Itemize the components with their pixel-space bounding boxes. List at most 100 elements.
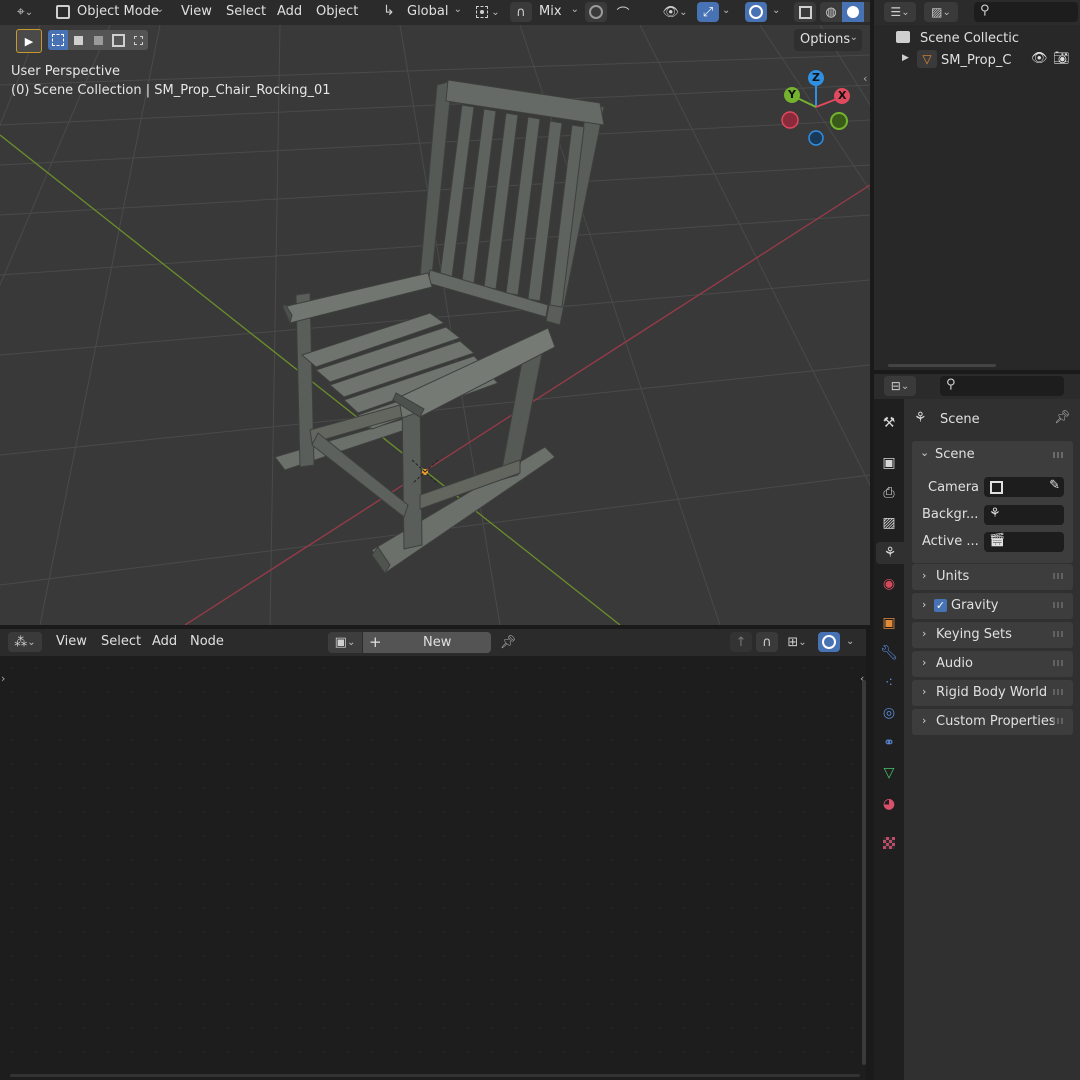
tab-physics[interactable]: ◎ (878, 702, 900, 724)
outliner-search-input[interactable]: ⚲ (974, 2, 1078, 22)
node-menu-view[interactable]: View (56, 630, 87, 654)
pin-toggle[interactable]: 📌︎ (497, 632, 519, 652)
menu-object[interactable]: Object (316, 0, 358, 24)
tab-tool[interactable]: ⚒ (878, 412, 900, 434)
keying-sets-panel[interactable]: › Keying Sets (912, 622, 1073, 648)
tab-output[interactable]: ⎙ (878, 482, 900, 504)
node-editor-canvas[interactable]: › ‹ (0, 656, 866, 1076)
3d-viewport[interactable]: User Perspective (0) Scene Collection | … (0, 25, 870, 625)
falloff-dropdown[interactable]: ⌒ (609, 2, 637, 22)
node-menu-select[interactable]: Select (101, 630, 141, 654)
drag-grip-icon[interactable] (1053, 718, 1065, 724)
camera-object-icon (990, 481, 1003, 494)
orientation-label: Global (407, 4, 449, 19)
tab-data[interactable]: ▽ (878, 762, 900, 784)
select-box-icon (52, 34, 64, 46)
chevron-down-icon[interactable]: ⌄ (846, 636, 854, 647)
parent-node-tree-button[interactable]: ↑ (730, 632, 752, 652)
node-overlays-toggle[interactable] (818, 632, 840, 652)
editor-type-dropdown[interactable]: ⁂ ⌄ (8, 632, 42, 652)
node-menu-add[interactable]: Add (152, 630, 177, 654)
chevron-down-icon: ⌄ (679, 6, 688, 18)
chevron-right-icon: › (922, 569, 927, 582)
select-mode-subtract-button[interactable] (88, 30, 108, 50)
custom-properties-panel[interactable]: › Custom Properties (912, 709, 1073, 735)
tab-view-layer[interactable]: ▨ (878, 512, 900, 534)
gizmo-toggle[interactable]: ⤢ (697, 2, 719, 22)
snap-mode-dropdown[interactable]: Mix ⌄ (535, 1, 581, 23)
visibility-dropdown[interactable]: 👁 ⌄ (658, 2, 692, 22)
camera-icon[interactable]: 📷︎ (1053, 51, 1070, 66)
pin-icon[interactable]: 📌︎ (1054, 410, 1071, 425)
display-mode-dropdown[interactable]: ▨ ⌄ (924, 2, 958, 22)
tab-scene[interactable]: ⚘ (876, 542, 904, 564)
sidebar-toggle-left-icon[interactable]: ‹ (863, 72, 867, 85)
expand-arrow-icon[interactable]: ▶ (902, 53, 909, 63)
chevron-down-icon[interactable]: ⌄ (772, 5, 780, 16)
drag-grip-icon[interactable] (1053, 573, 1065, 579)
menu-add[interactable]: Add (277, 0, 302, 24)
outliner-row-scene-collection[interactable]: Scene Collectic (874, 27, 1080, 49)
xray-toggle[interactable] (794, 2, 816, 22)
viewport-collection-label: (0) Scene Collection | SM_Prop_Chair_Roc… (11, 83, 331, 98)
context-label: Scene (940, 412, 980, 427)
background-scene-field[interactable]: ⚘ (984, 505, 1064, 525)
node-snap-mode-dropdown[interactable]: ⊞ ⌄ (780, 632, 814, 652)
proportional-editing-toggle[interactable] (585, 2, 607, 22)
editor-type-icon[interactable]: ⌖ ⌄ (8, 2, 42, 22)
eyedropper-icon[interactable]: ✎ (1049, 478, 1060, 493)
tab-constraints[interactable]: ⚭ (878, 732, 900, 754)
tab-render[interactable]: ▣ (878, 452, 900, 474)
rigid-body-world-panel[interactable]: › Rigid Body World (912, 680, 1073, 706)
tab-particles[interactable]: ⁖ (878, 672, 900, 694)
gravity-checkbox[interactable]: ✓ (934, 599, 947, 612)
options-dropdown[interactable]: Options ⌄ (794, 29, 862, 51)
camera-field[interactable]: ✎ (984, 477, 1064, 497)
properties-editor-type-dropdown[interactable]: ⊟ ⌄ (884, 376, 916, 396)
drag-grip-icon[interactable] (1053, 660, 1065, 666)
properties-search-input[interactable]: ⚲ (940, 376, 1064, 396)
pivot-point-dropdown[interactable]: ⌄ (472, 2, 504, 22)
outliner-hscrollbar[interactable] (888, 364, 996, 367)
tab-texture[interactable] (878, 832, 900, 854)
scene-panel-title: Scene (935, 447, 975, 462)
tab-world[interactable]: ◉ (878, 573, 900, 595)
select-mode-invert-button[interactable] (108, 30, 128, 50)
mode-dropdown[interactable]: Object Mode ⌄ (50, 1, 168, 23)
drag-grip-icon[interactable] (1053, 631, 1065, 637)
browse-data-dropdown[interactable]: ▣ ⌄ (328, 632, 362, 653)
select-tool-button[interactable]: ▶ (16, 29, 42, 53)
toolbar-toggle-icon[interactable]: › (1, 672, 5, 685)
outliner-editor-type-dropdown[interactable]: ☰ ⌄ (884, 2, 916, 22)
node-snap-toggle[interactable]: ∩ (756, 632, 778, 652)
tab-material[interactable]: ◕ (878, 793, 900, 815)
select-mode-new-button[interactable] (48, 30, 68, 50)
active-clip-field[interactable]: 🎬︎ (984, 532, 1064, 552)
shading-solid-button[interactable] (842, 2, 864, 22)
drag-grip-icon[interactable] (1053, 602, 1065, 608)
new-data-button[interactable]: + New (363, 632, 491, 653)
transform-orientation-dropdown[interactable]: ↳ Global ⌄ (380, 1, 464, 23)
shading-wireframe-button[interactable]: ◍ (820, 2, 842, 22)
outliner-row-object[interactable]: ▶ ▽ SM_Prop_C 👁 📷︎ (874, 49, 1080, 71)
overlays-toggle[interactable] (745, 2, 767, 22)
select-mode-extend-button[interactable] (68, 30, 88, 50)
eye-icon[interactable]: 👁 (1031, 51, 1048, 66)
menu-view[interactable]: View (181, 0, 212, 24)
chevron-down-icon[interactable]: ⌄ (722, 5, 730, 16)
menu-select[interactable]: Select (226, 0, 266, 24)
node-menu-node[interactable]: Node (190, 630, 224, 654)
node-editor-hscrollbar[interactable] (10, 1074, 860, 1077)
snap-toggle[interactable]: ∩ (510, 2, 532, 22)
units-panel[interactable]: › Units (912, 564, 1073, 590)
drag-grip-icon[interactable] (1053, 452, 1065, 458)
gravity-panel[interactable]: › ✓ Gravity (912, 593, 1073, 619)
viewport-scene (0, 25, 870, 625)
area-divider-vertical[interactable] (866, 629, 874, 1080)
drag-grip-icon[interactable] (1053, 689, 1065, 695)
tab-object[interactable]: ▣ (878, 612, 900, 634)
scene-panel-header[interactable]: ⌄ Scene (912, 441, 1073, 469)
select-mode-intersect-button[interactable] (128, 30, 148, 50)
audio-panel[interactable]: › Audio (912, 651, 1073, 677)
tab-modifiers[interactable]: 🔧︎ (878, 642, 900, 664)
